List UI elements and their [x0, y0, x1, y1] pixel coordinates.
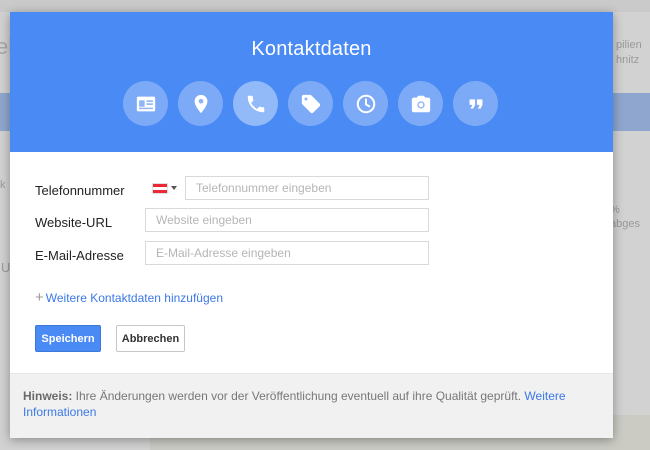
- dialog-footer: Hinweis: Ihre Änderungen werden vor der …: [10, 373, 613, 438]
- location-pin-icon[interactable]: [178, 81, 223, 126]
- camera-icon[interactable]: [398, 81, 443, 126]
- add-more-contact-label: Weitere Kontaktdaten hinzufügen: [45, 291, 223, 305]
- email-label: E-Mail-Adresse: [35, 248, 124, 263]
- tag-icon[interactable]: [288, 81, 333, 126]
- austria-flag-icon: [152, 182, 168, 194]
- phone-input[interactable]: [185, 176, 429, 200]
- country-code-select[interactable]: [152, 181, 182, 195]
- dialog-header: Kontaktdaten: [10, 12, 613, 152]
- hint-label: Hinweis:: [23, 389, 73, 403]
- background-text-fragment: U: [1, 260, 11, 275]
- website-label: Website-URL: [35, 215, 113, 230]
- cancel-button[interactable]: Abbrechen: [116, 325, 185, 352]
- hint-text: Hinweis: Ihre Änderungen werden vor der …: [23, 388, 603, 420]
- background-topbar: [0, 0, 650, 12]
- chevron-down-icon: [171, 186, 177, 190]
- dialog-title: Kontaktdaten: [251, 38, 372, 60]
- clock-icon[interactable]: [343, 81, 388, 126]
- hint-body: Ihre Änderungen werden vor der Veröffent…: [72, 389, 525, 403]
- background-text-fragment: pilien: [616, 39, 642, 51]
- phone-label: Telefonnummer: [35, 183, 125, 198]
- phone-icon[interactable]: [233, 81, 278, 126]
- quote-icon[interactable]: [453, 81, 498, 126]
- background-text-fragment: hnitz: [616, 54, 640, 66]
- background-text-fragment: k: [0, 179, 6, 191]
- contact-details-dialog: Kontaktdaten Telefonnummer Telefonnummer…: [10, 12, 613, 438]
- background-text-fragment: % abges: [610, 204, 640, 230]
- contact-card-icon[interactable]: [123, 81, 168, 126]
- add-more-contact-link[interactable]: + Weitere Kontaktdaten hinzufügen: [35, 289, 223, 306]
- website-input[interactable]: [145, 208, 429, 232]
- plus-icon: +: [35, 289, 44, 306]
- email-input[interactable]: [145, 241, 429, 265]
- save-button[interactable]: Speichern: [35, 325, 101, 352]
